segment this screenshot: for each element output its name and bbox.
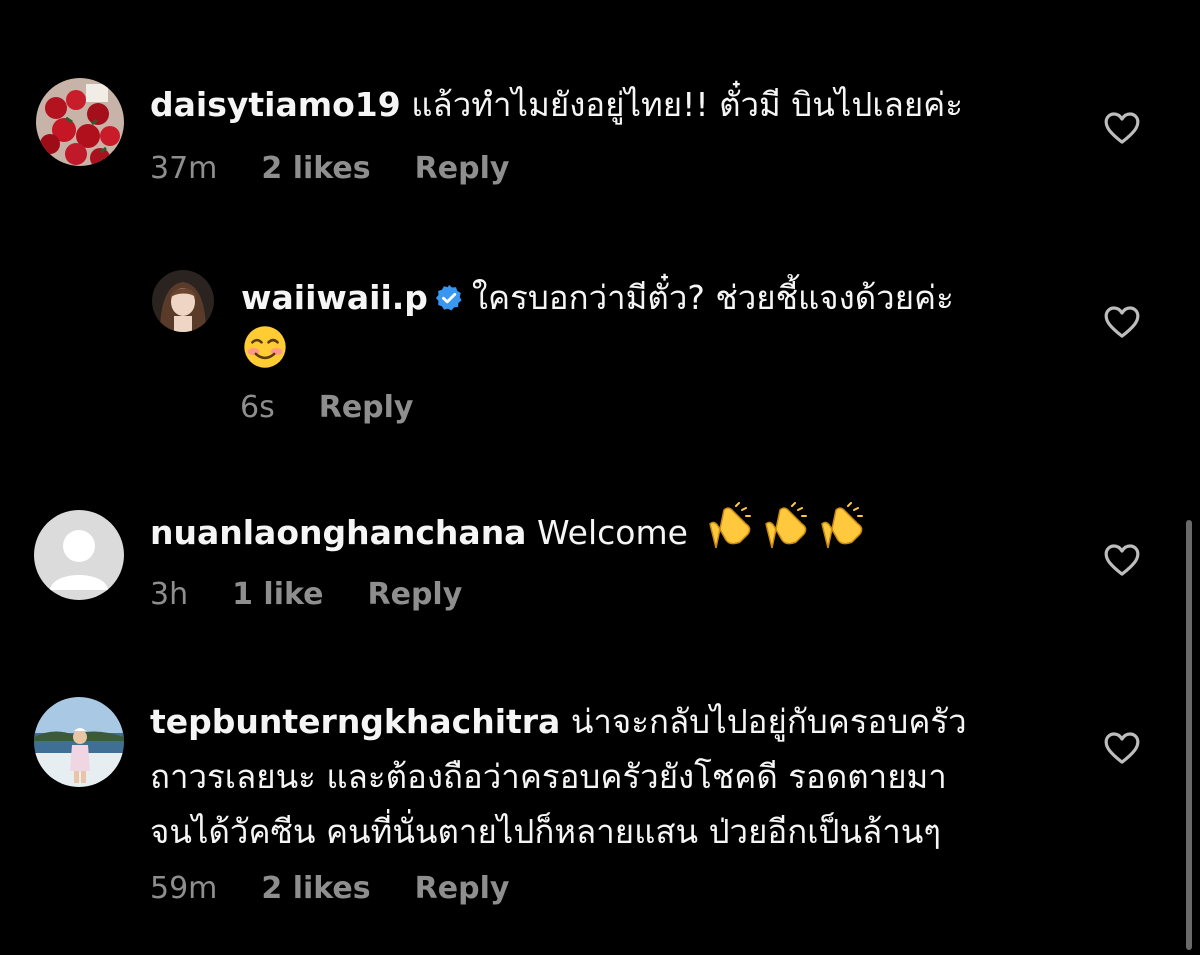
verified-badge-icon xyxy=(434,274,464,329)
comment-text-line: ถาวรเลยนะ และต้องถือว่าครอบครัวยังโชคดี … xyxy=(150,757,947,796)
likes-count[interactable]: 2 likes xyxy=(261,871,370,906)
username[interactable]: waiiwaii.p xyxy=(241,278,428,317)
comment-text: แล้วทำไมยังอยู่ไทย!! ตั๋วมี บินไปเลยค่ะ xyxy=(411,85,963,124)
reply-button[interactable]: Reply xyxy=(368,577,463,612)
heart-icon[interactable] xyxy=(1102,540,1142,580)
comment-timestamp: 37m xyxy=(150,151,218,186)
comment-timestamp: 6s xyxy=(240,390,275,425)
clapping-hands-emoji xyxy=(706,502,876,568)
likes-count[interactable]: 1 like xyxy=(232,577,323,612)
heart-icon[interactable] xyxy=(1102,302,1142,342)
username[interactable]: daisytiamo19 xyxy=(150,85,401,124)
smiling-face-emoji xyxy=(242,324,288,374)
comment-text: ใครบอกว่ามีตั๋ว? ช่วยชี้แจงด้วยค่ะ xyxy=(471,278,954,317)
comment-timestamp: 3h xyxy=(150,577,189,612)
avatar[interactable] xyxy=(36,78,124,166)
scrollbar[interactable] xyxy=(1186,520,1192,950)
reply-button[interactable]: Reply xyxy=(319,390,414,425)
heart-icon[interactable] xyxy=(1102,108,1142,148)
reply-button[interactable]: Reply xyxy=(415,871,510,906)
username[interactable]: tepbunterngkhachitra xyxy=(150,702,560,741)
likes-count[interactable]: 2 likes xyxy=(261,151,370,186)
avatar[interactable] xyxy=(34,697,124,787)
reply-button[interactable]: Reply xyxy=(415,151,510,186)
comment-text: Welcome xyxy=(536,513,688,552)
heart-icon[interactable] xyxy=(1102,728,1142,768)
avatar[interactable] xyxy=(34,510,124,600)
comment-text-line: น่าจะกลับไปอยู่กับครอบครัว xyxy=(570,702,967,741)
comment-text-line: จนได้วัคซีน คนที่นั่นตายไปก็หลายแสน ป่วย… xyxy=(150,812,942,851)
username[interactable]: nuanlaonghanchana xyxy=(150,513,526,552)
comment-timestamp: 59m xyxy=(150,871,218,906)
avatar[interactable] xyxy=(152,270,214,332)
